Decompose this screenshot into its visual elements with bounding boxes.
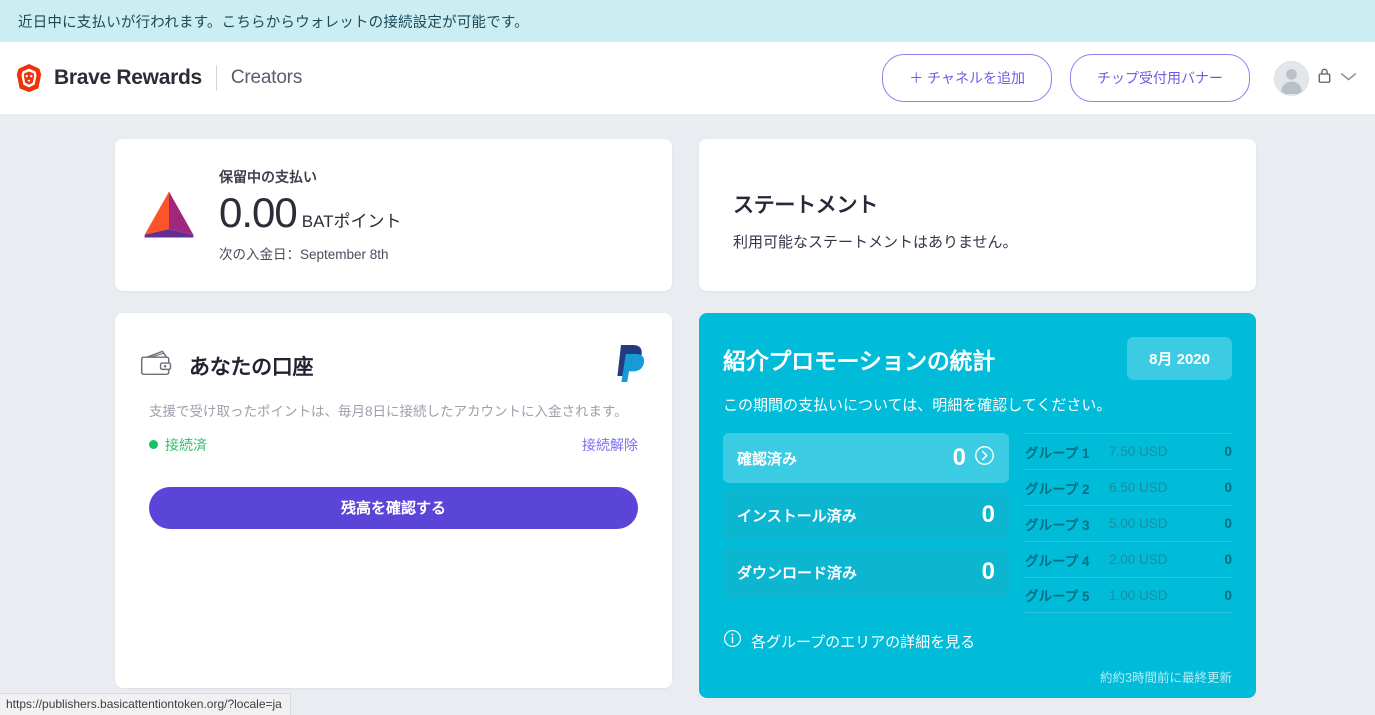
pending-payout-amount: 0.00 bbox=[219, 188, 298, 236]
account-card: あなたの口座 支援で受け取ったポイントは、毎月8日に接続したアカウントに入金され… bbox=[115, 313, 672, 688]
last-updated-text: 約約3時間前に最終更新 bbox=[1100, 671, 1232, 685]
account-card-description: 支援で受け取ったポイントは、毎月8日に接続したアカウントに入金されます。 bbox=[149, 404, 628, 419]
pending-payout-card: 保留中の支払い 0.00 BATポイント 次の入金日：September 8th bbox=[115, 139, 672, 291]
stat-value-group: 0 bbox=[982, 501, 995, 529]
group-name: グループ 4 bbox=[1025, 553, 1090, 569]
statement-empty-text: 利用可能なステートメントはありません。 bbox=[733, 234, 1018, 251]
notification-banner: 近日中に支払いが行われます。こちらからウォレットの接続設定が可能です。 bbox=[0, 0, 1375, 42]
stat-value: 0 bbox=[981, 501, 995, 528]
stat-row-installed[interactable]: インストール済み 0 bbox=[723, 490, 1009, 540]
right-column: ステートメント 利用可能なステートメントはありません。 紹介プロモーションの統計… bbox=[699, 139, 1256, 698]
stat-row-downloaded[interactable]: ダウンロード済み 0 bbox=[723, 547, 1009, 597]
user-avatar-icon bbox=[1274, 60, 1309, 96]
group-amount: 7.50 USD bbox=[1109, 444, 1168, 459]
referral-stats-panel: 紹介プロモーションの統計 8月 2020 この期間の支払いについては、明細を確認… bbox=[699, 313, 1256, 698]
referral-header: 紹介プロモーションの統計 8月 2020 bbox=[723, 337, 1232, 380]
stat-value: 0 bbox=[952, 444, 966, 471]
paypal-logo-icon bbox=[614, 343, 648, 388]
account-card-title-group: あなたの口座 bbox=[139, 349, 314, 383]
brand-divider bbox=[215, 65, 217, 91]
group-details-link-text: 各グループのエリアの詳細を見る bbox=[751, 633, 976, 651]
referral-month-selector[interactable]: 8月 2020 bbox=[1127, 337, 1232, 380]
table-row: グループ 3 5.00 USD 0 bbox=[1025, 505, 1232, 541]
group-amount: 1.00 USD bbox=[1109, 587, 1168, 603]
next-deposit-date: 次の入金日：September 8th bbox=[219, 247, 389, 263]
stat-label: ダウンロード済み bbox=[737, 564, 858, 582]
notification-banner-text: 近日中に支払いが行われます。こちらからウォレットの接続設定が可能です。 bbox=[18, 14, 529, 31]
brave-lion-icon bbox=[14, 63, 44, 93]
browser-status-bar: https://publishers.basicattentiontoken.o… bbox=[0, 693, 291, 715]
brand-subtitle: Creators bbox=[230, 67, 303, 88]
group-name: グループ 2 bbox=[1025, 481, 1090, 497]
account-card-title: あなたの口座 bbox=[189, 355, 314, 379]
group-count: 0 bbox=[1224, 444, 1232, 459]
pending-payout-unit: BATポイント bbox=[301, 211, 402, 231]
status-dot-icon bbox=[149, 440, 158, 450]
pending-payout-label: 保留中の支払い bbox=[219, 168, 317, 185]
table-row: グループ 4 2.00 USD 0 bbox=[1025, 541, 1232, 577]
pending-payout-info: 保留中の支払い 0.00 BATポイント 次の入金日：September 8th bbox=[219, 167, 402, 263]
disconnect-link[interactable]: 接続解除 bbox=[582, 435, 638, 455]
main-content: 保留中の支払い 0.00 BATポイント 次の入金日：September 8th bbox=[0, 114, 1375, 698]
add-channel-button[interactable]: ＋ チャネルを追加 bbox=[882, 54, 1052, 102]
table-row: グループ 1 7.50 USD 0 bbox=[1025, 433, 1232, 469]
table-row: グループ 5 1.00 USD 0 bbox=[1025, 577, 1232, 613]
stat-value-group: 0 bbox=[953, 444, 995, 472]
bat-token-icon bbox=[139, 185, 199, 245]
account-menu[interactable] bbox=[1274, 60, 1357, 96]
group-count: 0 bbox=[1224, 516, 1232, 531]
header-actions: ＋ チャネルを追加 チップ受付用バナー bbox=[882, 54, 1357, 102]
group-count: 0 bbox=[1224, 480, 1232, 495]
referral-footer: 各グループのエリアの詳細を見る 約約3時間前に最終更新 bbox=[723, 629, 1232, 686]
statement-title: ステートメント bbox=[733, 194, 878, 217]
chevron-down-icon[interactable] bbox=[1340, 69, 1357, 87]
stat-label: インストール済み bbox=[737, 507, 857, 525]
info-icon bbox=[723, 629, 742, 653]
group-amount: 6.50 USD bbox=[1109, 480, 1168, 495]
wallet-icon bbox=[139, 349, 175, 383]
referral-group-table: グループ 1 7.50 USD 0 グループ 2 6.50 USD 0 グループ… bbox=[1025, 433, 1232, 613]
lock-icon bbox=[1317, 67, 1332, 89]
account-card-header: あなたの口座 bbox=[139, 343, 648, 388]
referral-body: 確認済み 0 インストール済み 0 ダウンロード済み 0 グループ 1 7.50… bbox=[723, 433, 1232, 613]
brand-name: Brave Rewards bbox=[54, 66, 202, 89]
brand-logo[interactable]: Brave Rewards Creators bbox=[14, 63, 302, 93]
account-status-row: 接続済 接続解除 bbox=[139, 435, 648, 455]
stat-value: 0 bbox=[981, 558, 995, 585]
group-amount: 2.00 USD bbox=[1109, 552, 1168, 567]
referral-subtitle: この期間の支払いについては、明細を確認してください。 bbox=[723, 397, 1112, 414]
left-column: 保留中の支払い 0.00 BATポイント 次の入金日：September 8th bbox=[115, 139, 672, 698]
table-row: グループ 2 6.50 USD 0 bbox=[1025, 469, 1232, 505]
connection-status: 接続済 bbox=[149, 435, 207, 455]
stat-value-group: 0 bbox=[982, 558, 995, 586]
referral-stat-list: 確認済み 0 インストール済み 0 ダウンロード済み 0 bbox=[723, 433, 1009, 613]
pending-payout-amount-row: 0.00 BATポイント bbox=[219, 188, 402, 236]
group-name: グループ 5 bbox=[1025, 589, 1090, 604]
group-name: グループ 1 bbox=[1025, 445, 1090, 461]
site-header: Brave Rewards Creators ＋ チャネルを追加 チップ受付用バ… bbox=[0, 42, 1375, 114]
stat-label: 確認済み bbox=[737, 450, 798, 468]
check-balance-button[interactable]: 残高を確認する bbox=[149, 486, 638, 529]
referral-title: 紹介プロモーションの統計 bbox=[723, 347, 995, 374]
stat-row-confirmed[interactable]: 確認済み 0 bbox=[723, 433, 1009, 483]
group-details-link[interactable]: 各グループのエリアの詳細を見る bbox=[723, 629, 1232, 653]
group-amount: 5.00 USD bbox=[1109, 516, 1168, 531]
statement-card: ステートメント 利用可能なステートメントはありません。 bbox=[699, 139, 1256, 291]
tip-banner-button[interactable]: チップ受付用バナー bbox=[1070, 54, 1250, 102]
page-root: 近日中に支払いが行われます。こちらからウォレットの接続設定が可能です。 Brav… bbox=[0, 0, 1375, 715]
group-count: 0 bbox=[1224, 587, 1232, 603]
chevron-right-icon[interactable] bbox=[974, 445, 995, 471]
connection-status-text: 接続済 bbox=[165, 436, 207, 453]
group-count: 0 bbox=[1224, 552, 1232, 567]
group-name: グループ 3 bbox=[1025, 517, 1090, 533]
